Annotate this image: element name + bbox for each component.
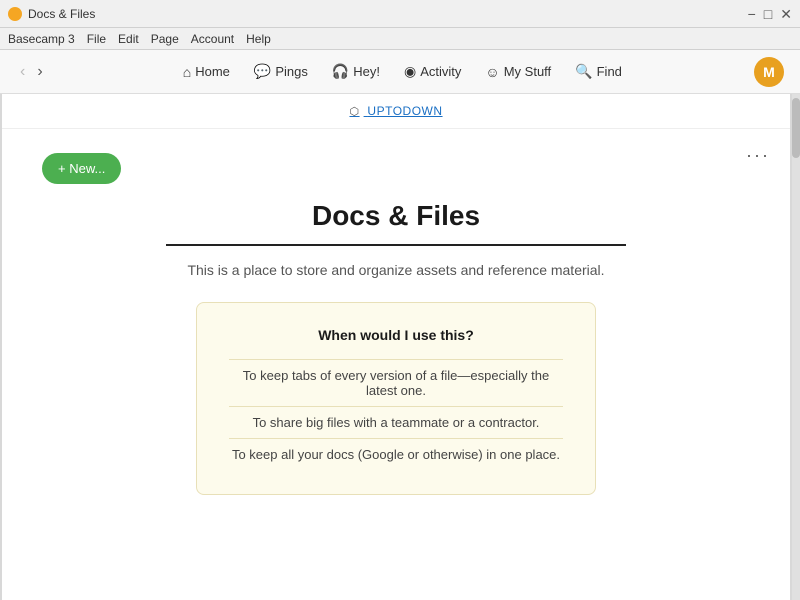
main-panel: ⬡ UPTODOWN ··· + New... Docs & Files Thi…: [2, 94, 790, 600]
scrollbar-track[interactable]: [792, 94, 800, 600]
page-title: Docs & Files: [166, 200, 626, 246]
mystuff-icon: ☺: [485, 64, 499, 80]
app-icon: [8, 7, 22, 21]
menu-edit[interactable]: Edit: [118, 32, 139, 46]
nav-mystuff[interactable]: ☺ My Stuff: [475, 58, 561, 86]
info-box: When would I use this? To keep tabs of e…: [196, 302, 596, 495]
pings-icon: 💬: [254, 63, 271, 80]
home-icon: ⌂: [183, 64, 191, 80]
hey-icon: 🎧: [332, 63, 349, 80]
close-button[interactable]: ✕: [780, 7, 792, 21]
nav-find-label: Find: [597, 64, 622, 79]
nav-hey-label: Hey!: [353, 64, 380, 79]
menu-help[interactable]: Help: [246, 32, 271, 46]
window-controls[interactable]: − □ ✕: [748, 7, 792, 21]
nav-bar: ‹ › ⌂ Home 💬 Pings 🎧 Hey! ◉ Activity ☺ M…: [0, 50, 800, 94]
uptodown-banner: ⬡ UPTODOWN: [2, 94, 790, 129]
nav-hey[interactable]: 🎧 Hey!: [322, 57, 390, 86]
menu-file[interactable]: File: [87, 32, 106, 46]
info-box-item-2: To keep all your docs (Google or otherwi…: [229, 438, 563, 470]
find-icon: 🔍: [575, 63, 592, 80]
nav-pings[interactable]: 💬 Pings: [244, 57, 318, 86]
user-avatar[interactable]: M: [754, 57, 784, 87]
page-subtitle: This is a place to store and organize as…: [42, 262, 750, 278]
page-content: ··· + New... Docs & Files This is a plac…: [2, 129, 790, 600]
activity-icon: ◉: [404, 63, 416, 80]
back-button[interactable]: ‹: [16, 61, 29, 83]
nav-find[interactable]: 🔍 Find: [565, 57, 632, 86]
menu-bar: Basecamp 3 File Edit Page Account Help: [0, 28, 800, 50]
nav-home[interactable]: ⌂ Home: [173, 58, 240, 86]
nav-mystuff-label: My Stuff: [504, 64, 551, 79]
uptodown-link[interactable]: ⬡ UPTODOWN: [349, 104, 442, 118]
menu-account[interactable]: Account: [191, 32, 234, 46]
nav-activity[interactable]: ◉ Activity: [394, 57, 471, 86]
nav-arrows: ‹ ›: [16, 61, 47, 83]
info-box-title: When would I use this?: [229, 327, 563, 343]
info-box-item-0: To keep tabs of every version of a file—…: [229, 359, 563, 406]
forward-button[interactable]: ›: [33, 61, 46, 83]
nav-pings-label: Pings: [275, 64, 308, 79]
uptodown-text: UPTODOWN: [367, 104, 442, 118]
minimize-button[interactable]: −: [748, 7, 756, 21]
scrollbar-thumb[interactable]: [792, 98, 800, 158]
uptodown-icon: ⬡: [349, 106, 359, 118]
nav-home-label: Home: [195, 64, 230, 79]
menu-page[interactable]: Page: [151, 32, 179, 46]
nav-links: ⌂ Home 💬 Pings 🎧 Hey! ◉ Activity ☺ My St…: [59, 57, 746, 86]
info-box-item-1: To share big files with a teammate or a …: [229, 406, 563, 438]
maximize-button[interactable]: □: [764, 7, 772, 21]
window-title: Docs & Files: [28, 7, 748, 21]
nav-activity-label: Activity: [420, 64, 461, 79]
content-area: ⬡ UPTODOWN ··· + New... Docs & Files Thi…: [0, 94, 800, 600]
title-bar: Docs & Files − □ ✕: [0, 0, 800, 28]
new-button[interactable]: + New...: [42, 153, 121, 184]
more-options-button[interactable]: ···: [746, 145, 770, 166]
menu-basecamp3[interactable]: Basecamp 3: [8, 32, 75, 46]
